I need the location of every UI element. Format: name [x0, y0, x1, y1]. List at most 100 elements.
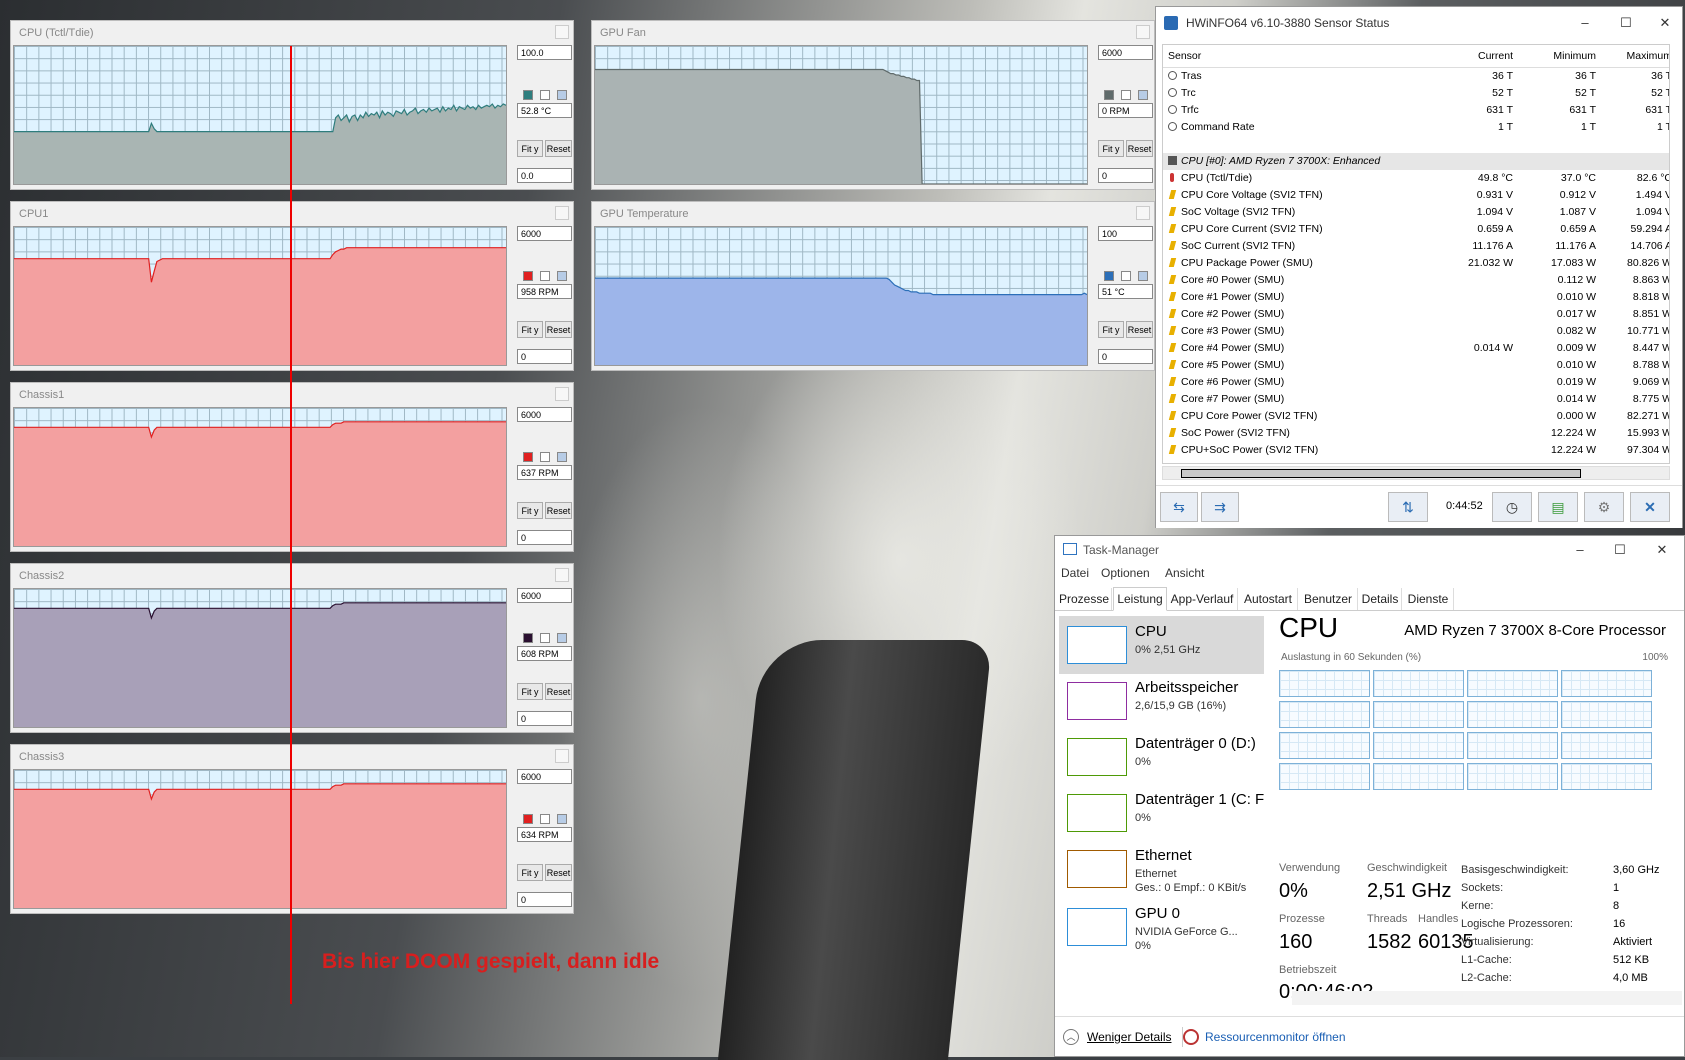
tab-users[interactable]: Benutzer [1299, 588, 1358, 610]
sensor-row[interactable]: CPU Core Voltage (SVI2 TFN) 0.931 V 0.91… [1163, 187, 1669, 204]
resource-monitor-link[interactable]: Ressourcenmonitor öffnen [1205, 1030, 1346, 1044]
settings-gear-icon[interactable]: ⚙ [1584, 492, 1624, 522]
reset-button[interactable]: Reset [545, 321, 572, 338]
color-swatch[interactable] [1138, 271, 1148, 281]
fit-y-button[interactable]: Fit y [1098, 321, 1124, 338]
graph-max-field[interactable]: 100.0 [517, 45, 572, 60]
close-icon[interactable] [555, 749, 569, 763]
col-sensor[interactable]: Sensor [1168, 45, 1201, 67]
add-report-icon[interactable]: ▤ [1538, 492, 1578, 522]
details-scrollbar[interactable] [1292, 991, 1682, 1005]
close-icon[interactable] [555, 206, 569, 220]
color-swatch[interactable] [540, 633, 550, 643]
fit-y-button[interactable]: Fit y [517, 502, 543, 519]
sensor-row[interactable]: CPU+SoC Power (SVI2 TFN) 12.224 W 97.304… [1163, 442, 1669, 459]
graph-max-field[interactable]: 6000 [1098, 45, 1153, 60]
sensor-row[interactable]: Core #3 Power (SMU) 0.082 W 10.771 W [1163, 323, 1669, 340]
graph-max-field[interactable]: 6000 [517, 769, 572, 784]
sensor-row[interactable] [1163, 136, 1669, 153]
maximize-icon[interactable]: ☐ [1605, 536, 1635, 564]
tab-processes[interactable]: Prozesse [1057, 588, 1112, 610]
reset-button[interactable]: Reset [545, 502, 572, 519]
reset-button[interactable]: Reset [1126, 321, 1153, 338]
close-icon[interactable] [1136, 25, 1150, 39]
sensor-row[interactable]: Core #0 Power (SMU) 0.112 W 8.863 W [1163, 272, 1669, 289]
sensor-row[interactable]: Trfc 631 T 631 T 631 T [1163, 102, 1669, 119]
graph-max-field[interactable]: 6000 [517, 588, 572, 603]
col-minimum[interactable]: Minimum [1516, 45, 1596, 67]
sensor-row[interactable]: Core #2 Power (SMU) 0.017 W 8.851 W [1163, 306, 1669, 323]
hwinfo-titlebar[interactable]: HWiNFO64 v6.10-3880 Sensor Status – ☐ ✕ [1156, 7, 1682, 39]
minimize-icon[interactable]: – [1565, 536, 1595, 564]
color-swatch[interactable] [1104, 271, 1114, 281]
tab-autostart[interactable]: Autostart [1239, 588, 1298, 610]
menu-options[interactable]: Optionen [1101, 566, 1150, 580]
color-swatch[interactable] [557, 452, 567, 462]
sensor-row[interactable]: CPU Package Power (SMU) 21.032 W 17.083 … [1163, 255, 1669, 272]
color-swatch[interactable] [1121, 90, 1131, 100]
scrollbar-thumb[interactable] [1181, 469, 1581, 478]
resource-item[interactable]: CPU 0% 2,51 GHz [1059, 616, 1264, 674]
color-swatch[interactable] [1104, 90, 1114, 100]
color-swatch[interactable] [557, 814, 567, 824]
chevron-up-icon[interactable]: ︿ [1063, 1029, 1079, 1045]
color-swatch[interactable] [523, 814, 533, 824]
graph-min-field[interactable]: 0.0 [517, 168, 572, 183]
color-swatch[interactable] [557, 633, 567, 643]
color-swatch[interactable] [540, 814, 550, 824]
sensor-row[interactable]: Core #5 Power (SMU) 0.010 W 8.788 W [1163, 357, 1669, 374]
sensor-row[interactable]: CPU Core Power (SVI2 TFN) 0.000 W 82.271… [1163, 408, 1669, 425]
exit-icon[interactable]: ✕ [1630, 492, 1670, 522]
maximize-icon[interactable]: ☐ [1611, 7, 1641, 39]
sensor-row[interactable]: Trc 52 T 52 T 52 T [1163, 85, 1669, 102]
reset-button[interactable]: Reset [545, 140, 572, 157]
menu-view[interactable]: Ansicht [1165, 566, 1204, 580]
sensor-row[interactable]: SoC Power (SVI2 TFN) 12.224 W 15.993 W [1163, 425, 1669, 442]
sensor-row[interactable]: SoC Voltage (SVI2 TFN) 1.094 V 1.087 V 1… [1163, 204, 1669, 221]
sensor-row[interactable]: Core #7 Power (SMU) 0.014 W 8.775 W [1163, 391, 1669, 408]
close-icon[interactable] [555, 25, 569, 39]
color-swatch[interactable] [523, 90, 533, 100]
graph-max-field[interactable]: 6000 [517, 407, 572, 422]
reset-button[interactable]: Reset [545, 683, 572, 700]
color-swatch[interactable] [1121, 271, 1131, 281]
graph-max-field[interactable]: 6000 [517, 226, 572, 241]
fit-y-button[interactable]: Fit y [1098, 140, 1124, 157]
resource-item[interactable]: Arbeitsspeicher 2,6/15,9 GB (16%) [1059, 672, 1264, 730]
graph-min-field[interactable]: 0 [517, 530, 572, 545]
minimize-icon[interactable]: – [1570, 7, 1600, 39]
resource-item[interactable]: GPU 0 NVIDIA GeForce G... 0% [1059, 898, 1264, 956]
close-icon[interactable] [555, 387, 569, 401]
network-icon[interactable]: ⇅ [1388, 492, 1428, 522]
color-swatch[interactable] [540, 271, 550, 281]
sensor-row[interactable]: Core #1 Power (SMU) 0.010 W 8.818 W [1163, 289, 1669, 306]
tab-app-history[interactable]: App-Verlauf [1167, 588, 1238, 610]
close-icon[interactable]: ✕ [1650, 7, 1680, 39]
fewer-details-link[interactable]: Weniger Details [1087, 1030, 1171, 1044]
tab-details[interactable]: Details [1359, 588, 1402, 610]
sensor-group-row[interactable]: CPU [#0]: AMD Ryzen 7 3700X: Enhanced [1163, 153, 1669, 170]
tab-performance[interactable]: Leistung [1113, 587, 1167, 611]
horizontal-scrollbar[interactable] [1162, 466, 1670, 480]
menu-file[interactable]: Datei [1061, 566, 1089, 580]
graph-min-field[interactable]: 0 [517, 711, 572, 726]
resource-item[interactable]: Ethernet Ethernet Ges.: 0 Empf.: 0 KBit/… [1059, 840, 1264, 898]
tm-titlebar[interactable]: Task-Manager – ☐ ✕ [1055, 536, 1684, 564]
sensor-row[interactable]: CPU Core Current (SVI2 TFN) 0.659 A 0.65… [1163, 221, 1669, 238]
fit-y-button[interactable]: Fit y [517, 683, 543, 700]
graph-min-field[interactable]: 0 [1098, 168, 1153, 183]
sensor-row[interactable]: CPU (Tctl/Tdie) 49.8 °C 37.0 °C 82.6 °C [1163, 170, 1669, 187]
graph-min-field[interactable]: 0 [517, 349, 572, 364]
graph-max-field[interactable]: 100 [1098, 226, 1153, 241]
sensor-row[interactable]: SoC Current (SVI2 TFN) 11.176 A 11.176 A… [1163, 238, 1669, 255]
resource-item[interactable]: Datenträger 0 (D:) 0% [1059, 728, 1264, 786]
col-maximum[interactable]: Maximum [1596, 45, 1669, 67]
sensor-row[interactable]: Core #6 Power (SMU) 0.019 W 9.069 W [1163, 374, 1669, 391]
color-swatch[interactable] [557, 271, 567, 281]
color-swatch[interactable] [523, 271, 533, 281]
color-swatch[interactable] [1138, 90, 1148, 100]
color-swatch[interactable] [540, 90, 550, 100]
close-icon[interactable] [555, 568, 569, 582]
tab-services[interactable]: Dienste [1403, 588, 1454, 610]
graph-min-field[interactable]: 0 [1098, 349, 1153, 364]
